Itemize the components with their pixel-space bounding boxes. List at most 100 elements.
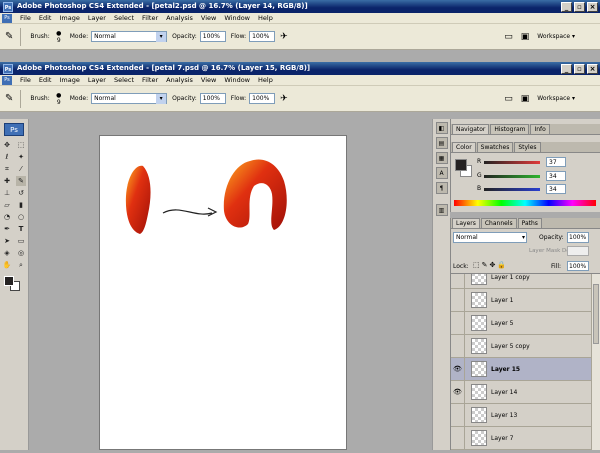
opacity-input[interactable]: 100%: [199, 31, 226, 42]
red-slider[interactable]: [484, 161, 540, 164]
character-dock-icon[interactable]: A: [435, 167, 448, 179]
menu-layer[interactable]: Layer: [84, 13, 110, 24]
move-tool-icon[interactable]: ✥: [2, 140, 12, 150]
layer-row-layer-15[interactable]: 👁 Layer 15: [451, 358, 591, 381]
zoom-tool-icon[interactable]: ⌕: [16, 260, 26, 270]
menu-help[interactable]: Help: [254, 13, 277, 24]
tablet-icon[interactable]: ▭: [504, 32, 513, 42]
brush-preset-picker[interactable]: ● 9: [53, 30, 65, 44]
camera-icon[interactable]: ▣: [521, 32, 530, 42]
brush-preset-picker[interactable]: ● 9: [53, 92, 65, 106]
workspace-menu[interactable]: Workspace ▾: [537, 95, 575, 102]
tab-navigator[interactable]: Navigator: [452, 124, 490, 134]
tab-layers[interactable]: Layers: [452, 218, 480, 228]
tab-info[interactable]: Info: [530, 124, 550, 134]
blend-mode-select[interactable]: Normal ▾: [453, 232, 527, 243]
menu-analysis[interactable]: Analysis: [162, 13, 197, 24]
menu-image[interactable]: Image: [55, 13, 83, 24]
lock-options-icon[interactable]: ⬚✎✥🔒: [473, 261, 508, 269]
foreground-color-swatch[interactable]: [4, 276, 14, 286]
fill-input[interactable]: 100%: [567, 261, 589, 271]
menu-help[interactable]: Help: [254, 75, 277, 86]
document-canvas[interactable]: [99, 135, 347, 450]
layer-row-layer-1-copy[interactable]: Layer 1 copy: [451, 274, 591, 289]
red-value-input[interactable]: 37: [546, 157, 566, 167]
menu-filter[interactable]: Filter: [138, 75, 162, 86]
menu-select[interactable]: Select: [110, 75, 138, 86]
swatches-dock-icon[interactable]: ▦: [435, 152, 448, 164]
marquee-tool-icon[interactable]: ⬚: [16, 140, 26, 150]
gradient-tool-icon[interactable]: ▮: [16, 200, 26, 210]
layer-opacity-input[interactable]: 100%: [567, 232, 589, 243]
menu-view[interactable]: View: [197, 75, 220, 86]
ps-menu-logo[interactable]: Ps: [2, 13, 12, 23]
tablet-icon[interactable]: ▭: [504, 94, 513, 104]
window2-titlebar[interactable]: Ps Adobe Photoshop CS4 Extended - [petal…: [0, 62, 600, 75]
layer-row-layer-5[interactable]: Layer 5: [451, 312, 591, 335]
color-spectrum-ramp[interactable]: [454, 200, 596, 206]
lasso-tool-icon[interactable]: ℓ: [2, 152, 12, 162]
eyedropper-tool-icon[interactable]: ⁄: [16, 164, 26, 174]
path-select-tool-icon[interactable]: ➤: [2, 236, 12, 246]
visibility-toggle[interactable]: [451, 312, 465, 334]
layer-row-layer-7[interactable]: Layer 7: [451, 427, 591, 450]
opacity-input[interactable]: 100%: [199, 93, 226, 104]
menu-layer[interactable]: Layer: [84, 75, 110, 86]
scrollbar-thumb[interactable]: [593, 284, 599, 344]
visibility-toggle[interactable]: [451, 404, 465, 426]
brush-tool-icon[interactable]: ✎: [5, 93, 13, 104]
minimize-button[interactable]: _: [561, 63, 572, 74]
workspace-menu[interactable]: Workspace ▾: [537, 33, 575, 40]
visibility-toggle[interactable]: [451, 335, 465, 357]
type-tool-icon[interactable]: T: [16, 224, 26, 234]
menu-select[interactable]: Select: [110, 13, 138, 24]
visibility-toggle[interactable]: [451, 274, 465, 288]
blur-tool-icon[interactable]: ◔: [2, 212, 12, 222]
color-foreground-swatch[interactable]: [455, 159, 467, 171]
history-brush-tool-icon[interactable]: ↺: [16, 188, 26, 198]
green-value-input[interactable]: 34: [546, 171, 566, 181]
airbrush-icon[interactable]: ✈: [280, 32, 288, 42]
paragraph-dock-icon[interactable]: ¶: [435, 182, 448, 194]
menu-file[interactable]: File: [16, 75, 35, 86]
ps-menu-logo[interactable]: Ps: [2, 75, 12, 85]
maximize-button[interactable]: ▫: [574, 1, 585, 12]
tab-channels[interactable]: Channels: [480, 218, 517, 228]
layer-comps-dock-icon[interactable]: ▥: [435, 204, 448, 216]
menu-window[interactable]: Window: [220, 13, 254, 24]
color-swatches[interactable]: [2, 274, 26, 292]
flow-input[interactable]: 100%: [249, 31, 276, 42]
tab-paths[interactable]: Paths: [517, 218, 542, 228]
menu-file[interactable]: File: [16, 13, 35, 24]
tab-color[interactable]: Color: [452, 142, 476, 152]
mode-select[interactable]: Normal ▾: [91, 93, 168, 104]
hand-tool-icon[interactable]: ✋: [2, 260, 12, 270]
menu-view[interactable]: View: [197, 13, 220, 24]
crop-tool-icon[interactable]: ⌗: [2, 164, 12, 174]
blue-value-input[interactable]: 34: [546, 184, 566, 194]
clone-stamp-tool-icon[interactable]: ⊥: [2, 188, 12, 198]
brush-tool-icon[interactable]: ✎: [16, 176, 26, 186]
camera-icon[interactable]: ▣: [521, 94, 530, 104]
close-button[interactable]: ×: [587, 63, 598, 74]
maximize-button[interactable]: ▫: [574, 63, 585, 74]
3d-orbit-tool-icon[interactable]: ◎: [16, 248, 26, 258]
menu-analysis[interactable]: Analysis: [162, 75, 197, 86]
layer-row-layer-1[interactable]: Layer 1: [451, 289, 591, 312]
eraser-tool-icon[interactable]: ▱: [2, 200, 12, 210]
layer-row-layer-5-copy[interactable]: Layer 5 copy: [451, 335, 591, 358]
brush-tool-icon[interactable]: ✎: [5, 31, 13, 42]
dodge-tool-icon[interactable]: ○: [16, 212, 26, 222]
tab-swatches[interactable]: Swatches: [476, 142, 514, 152]
tab-histogram[interactable]: Histogram: [490, 124, 530, 134]
navigator-dock-icon[interactable]: ◧: [435, 122, 448, 134]
layers-scrollbar[interactable]: [591, 274, 600, 450]
menu-image[interactable]: Image: [55, 75, 83, 86]
menu-filter[interactable]: Filter: [138, 13, 162, 24]
close-button[interactable]: ×: [587, 1, 598, 12]
mode-select[interactable]: Normal ▾: [91, 31, 168, 42]
green-slider[interactable]: [484, 175, 540, 178]
visibility-toggle[interactable]: [451, 289, 465, 311]
healing-brush-tool-icon[interactable]: ✚: [2, 176, 12, 186]
shape-tool-icon[interactable]: ▭: [16, 236, 26, 246]
